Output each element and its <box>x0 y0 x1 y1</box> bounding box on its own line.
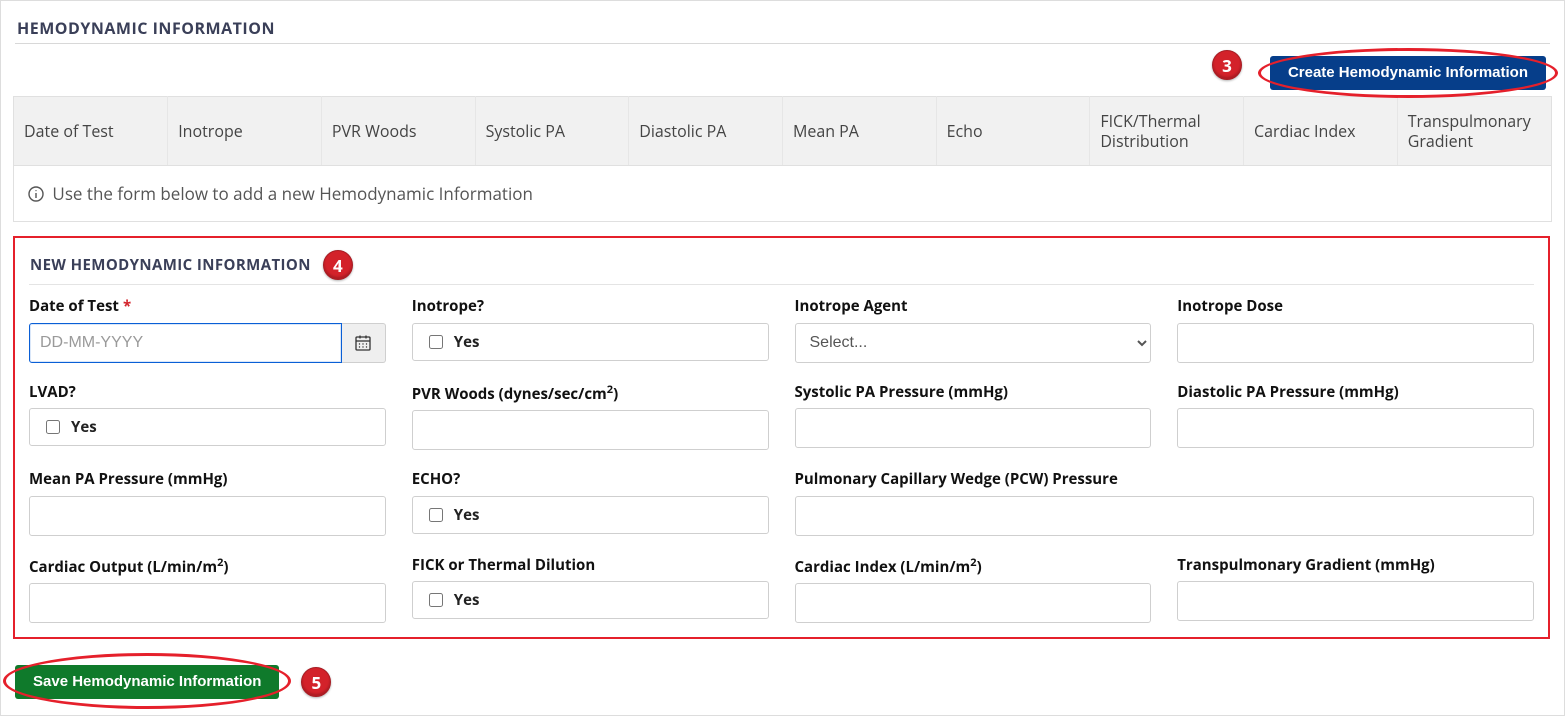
col-diastolic-pa[interactable]: Diastolic PA <box>629 97 783 166</box>
label-cardiac-output: Cardiac Output (L/min/m2) <box>29 556 386 578</box>
inotrope-checkbox-wrap[interactable]: Yes <box>412 323 769 361</box>
systolic-pa-input[interactable] <box>795 408 1152 448</box>
col-pvr-woods[interactable]: PVR Woods <box>321 97 475 166</box>
label-inotrope-dose: Inotrope Dose <box>1177 297 1534 317</box>
info-icon <box>28 186 44 202</box>
callout-badge-4: 4 <box>323 250 353 280</box>
label-systolic-pa: Systolic PA Pressure (mmHg) <box>795 383 1152 403</box>
field-transpulm: Transpulmonary Gradient (mmHg) <box>1177 556 1534 624</box>
fick-checkbox-wrap[interactable]: Yes <box>412 581 769 619</box>
transpulm-input[interactable] <box>1177 581 1534 621</box>
calendar-icon <box>354 334 372 352</box>
cardiac-index-input[interactable] <box>795 583 1152 623</box>
toolbar: Create Hemodynamic Information 3 <box>13 54 1552 96</box>
col-transpulmonary[interactable]: Transpulmonary Gradient <box>1397 97 1551 166</box>
label-echo-q: ECHO? <box>412 470 769 490</box>
hemodynamic-table: Date of Test Inotrope PVR Woods Systolic… <box>13 96 1552 222</box>
col-cardiac-index[interactable]: Cardiac Index <box>1244 97 1398 166</box>
new-hemodynamic-form: NEW HEMODYNAMIC INFORMATION 4 Date of Te… <box>13 236 1550 639</box>
label-cardiac-index: Cardiac Index (L/min/m2) <box>795 556 1152 578</box>
col-fick-thermal[interactable]: FICK/Thermal Distribution <box>1090 97 1244 166</box>
field-pcw: Pulmonary Capillary Wedge (PCW) Pressure <box>795 470 1535 536</box>
col-inotrope[interactable]: Inotrope <box>168 97 322 166</box>
lvad-checkbox-wrap[interactable]: Yes <box>29 408 386 446</box>
label-pvr-woods: PVR Woods (dynes/sec/cm2) <box>412 383 769 405</box>
field-inotrope-dose: Inotrope Dose <box>1177 297 1534 363</box>
field-diastolic-pa: Diastolic PA Pressure (mmHg) <box>1177 383 1534 451</box>
lvad-checkbox[interactable] <box>46 420 60 434</box>
fick-checkbox-label: Yes <box>454 590 480 610</box>
field-cardiac-index: Cardiac Index (L/min/m2) <box>795 556 1152 624</box>
field-inotrope-q: Inotrope? Yes <box>412 297 769 363</box>
label-pcw: Pulmonary Capillary Wedge (PCW) Pressure <box>795 470 1535 490</box>
col-echo[interactable]: Echo <box>936 97 1090 166</box>
fick-checkbox[interactable] <box>429 593 443 607</box>
mean-pa-input[interactable] <box>29 496 386 536</box>
field-inotrope-agent: Inotrope Agent Select... <box>795 297 1152 363</box>
field-mean-pa: Mean PA Pressure (mmHg) <box>29 470 386 536</box>
inotrope-agent-select[interactable]: Select... <box>795 323 1152 363</box>
field-fick-q: FICK or Thermal Dilution Yes <box>412 556 769 624</box>
pcw-input[interactable] <box>795 496 1535 536</box>
label-diastolic-pa: Diastolic PA Pressure (mmHg) <box>1177 383 1534 403</box>
label-inotrope-agent: Inotrope Agent <box>795 297 1152 317</box>
empty-table-message: Use the form below to add a new Hemodyna… <box>14 166 1551 222</box>
callout-badge-3: 3 <box>1212 50 1242 80</box>
section-divider <box>15 43 1550 44</box>
inotrope-checkbox[interactable] <box>429 335 443 349</box>
echo-checkbox[interactable] <box>429 508 443 522</box>
create-hemodynamic-button[interactable]: Create Hemodynamic Information <box>1270 56 1546 90</box>
col-mean-pa[interactable]: Mean PA <box>782 97 936 166</box>
label-mean-pa: Mean PA Pressure (mmHg) <box>29 470 386 490</box>
label-transpulm: Transpulmonary Gradient (mmHg) <box>1177 556 1534 576</box>
inotrope-checkbox-label: Yes <box>454 332 480 352</box>
echo-checkbox-wrap[interactable]: Yes <box>412 496 769 534</box>
save-hemodynamic-button[interactable]: Save Hemodynamic Information <box>15 665 279 699</box>
pvr-woods-input[interactable] <box>412 410 769 450</box>
echo-checkbox-label: Yes <box>454 505 480 525</box>
field-systolic-pa: Systolic PA Pressure (mmHg) <box>795 383 1152 451</box>
form-title: NEW HEMODYNAMIC INFORMATION <box>30 255 311 275</box>
lvad-checkbox-label: Yes <box>71 417 97 437</box>
label-fick-q: FICK or Thermal Dilution <box>412 556 769 576</box>
callout-badge-5: 5 <box>301 667 331 697</box>
label-lvad-q: LVAD? <box>29 383 386 403</box>
col-date-of-test[interactable]: Date of Test <box>14 97 168 166</box>
form-divider <box>29 284 1534 285</box>
field-date-of-test: Date of Test* <box>29 297 386 363</box>
field-echo-q: ECHO? Yes <box>412 470 769 536</box>
diastolic-pa-input[interactable] <box>1177 408 1534 448</box>
cardiac-output-input[interactable] <box>29 583 386 623</box>
inotrope-dose-input[interactable] <box>1177 323 1534 363</box>
label-date-of-test: Date of Test* <box>29 297 386 317</box>
field-lvad-q: LVAD? Yes <box>29 383 386 451</box>
label-inotrope-q: Inotrope? <box>412 297 769 317</box>
field-pvr-woods: PVR Woods (dynes/sec/cm2) <box>412 383 769 451</box>
date-picker-button[interactable] <box>342 323 386 363</box>
field-cardiac-output: Cardiac Output (L/min/m2) <box>29 556 386 624</box>
col-systolic-pa[interactable]: Systolic PA <box>475 97 629 166</box>
date-of-test-input[interactable] <box>29 323 342 363</box>
section-title: HEMODYNAMIC INFORMATION <box>17 17 1552 39</box>
